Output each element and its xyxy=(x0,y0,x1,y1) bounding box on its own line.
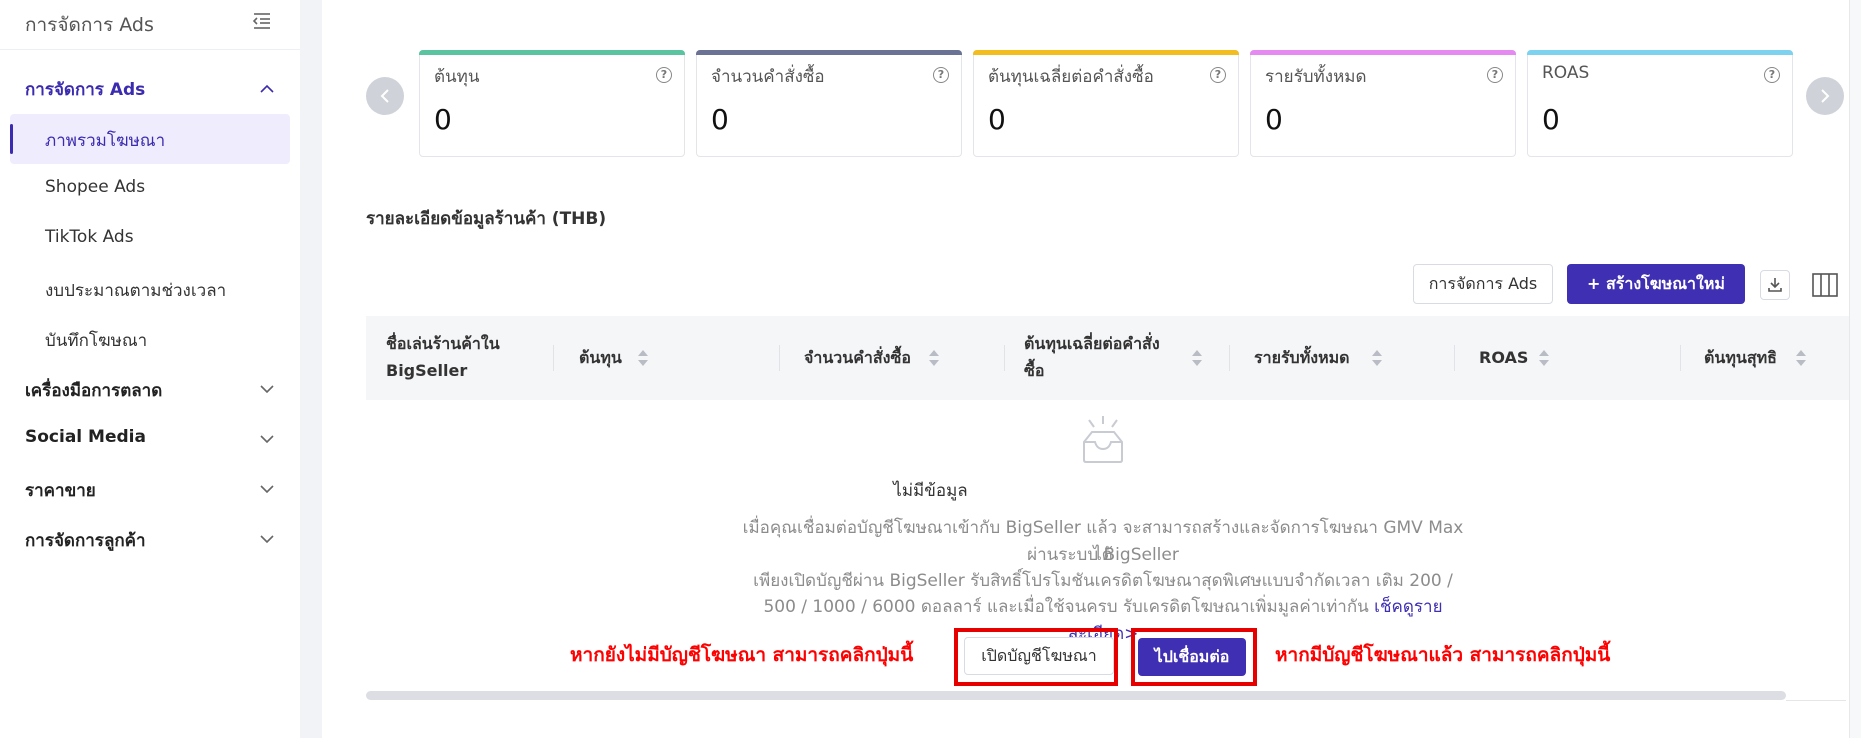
manage-ads-button[interactable]: การจัดการ Ads xyxy=(1413,264,1553,304)
metric-label: ต้นทุน xyxy=(434,67,480,87)
help-icon[interactable]: ? xyxy=(933,67,949,83)
metric-label: จำนวนคำสั่งซื้อ xyxy=(711,67,825,87)
header-line: รายรับทั้งหมด xyxy=(1254,348,1350,367)
header-line: ซื้อ xyxy=(1024,361,1045,380)
header-line: ชื่อเล่นร้านค้าใน xyxy=(386,334,500,353)
metric-card-roas: ROAS ? 0 xyxy=(1527,50,1793,157)
sidebar-group-label: Social Media xyxy=(25,427,146,447)
column-header-net-cost[interactable]: ต้นทุนสุทธิ xyxy=(1704,344,1777,371)
chevron-down-icon xyxy=(260,535,274,544)
metric-card-cost: ต้นทุน ? 0 xyxy=(419,50,685,157)
metric-value: 0 xyxy=(1265,103,1283,136)
card-stripe xyxy=(696,50,962,55)
empty-state-title: ไม่มีข้อมูล xyxy=(893,481,968,501)
sidebar-item-ad-log[interactable]: บันทึกโฆษณา xyxy=(45,327,147,354)
metric-value: 0 xyxy=(434,103,452,136)
metric-card-orders: จำนวนคำสั่งซื้อ ? 0 xyxy=(696,50,962,157)
chevron-down-icon xyxy=(260,435,274,444)
sort-icon[interactable] xyxy=(1371,348,1383,368)
chevron-up-icon xyxy=(260,84,274,93)
help-icon[interactable]: ? xyxy=(656,67,672,83)
table-bottom-border xyxy=(1786,700,1846,701)
column-header-cost-per-order[interactable]: ต้นทุนเฉลี่ยต่อคำสั่ง ซื้อ xyxy=(1024,330,1160,384)
sort-icon[interactable] xyxy=(1191,348,1203,368)
column-header-orders[interactable]: จำนวนคำสั่งซื้อ xyxy=(804,344,911,371)
download-icon xyxy=(1768,278,1782,292)
sidebar-item-tiktok-ads[interactable]: TikTok Ads xyxy=(45,227,134,247)
metric-value: 0 xyxy=(1542,103,1560,136)
column-divider xyxy=(1454,345,1455,371)
column-header-shop-nickname[interactable]: ชื่อเล่นร้านค้าใน BigSeller xyxy=(386,330,500,384)
annotation-left: หากยังไม่มีบัญชีโฆษณา สามารถคลิกปุ่มนี้ xyxy=(570,644,914,666)
metric-value: 0 xyxy=(711,103,729,136)
table-horizontal-scrollbar[interactable] xyxy=(366,691,1786,700)
sort-icon[interactable] xyxy=(928,348,940,368)
help-icon[interactable]: ? xyxy=(1210,67,1226,83)
section-title: รายละเอียดข้อมูลร้านค้า (THB) xyxy=(366,209,607,229)
header-line: จำนวนคำสั่งซื้อ xyxy=(804,348,911,367)
sort-icon[interactable] xyxy=(1538,348,1550,368)
empty-state-description: ผ่านระบบ BigSeller xyxy=(1027,545,1179,565)
sidebar-title: การจัดการ Ads xyxy=(25,14,154,36)
header-line: ต้นทุนเฉลี่ยต่อคำสั่ง xyxy=(1024,334,1160,353)
metric-card-cost-per-order: ต้นทุนเฉลี่ยต่อคำสั่งซื้อ ? 0 xyxy=(973,50,1239,157)
sort-icon[interactable] xyxy=(1795,348,1807,368)
card-stripe xyxy=(419,50,685,55)
chevron-left-icon xyxy=(380,89,389,103)
metric-label: ROAS xyxy=(1542,63,1590,83)
column-divider xyxy=(553,345,554,371)
layout-gutter xyxy=(300,0,322,738)
sidebar-item-overview[interactable]: ภาพรวมโฆษณา xyxy=(45,127,165,154)
column-divider xyxy=(779,345,780,371)
column-divider xyxy=(1229,345,1230,371)
metric-label: รายรับทั้งหมด xyxy=(1265,67,1367,87)
header-line: ต้นทุนสุทธิ xyxy=(1704,348,1777,367)
connect-account-button[interactable]: ไปเชื่อมต่อ xyxy=(1138,638,1246,676)
column-header-roas[interactable]: ROAS xyxy=(1479,344,1528,371)
sidebar-group-label: เครื่องมือการตลาด xyxy=(25,381,163,401)
active-indicator xyxy=(10,124,13,154)
chevron-right-icon xyxy=(1821,89,1830,103)
column-divider xyxy=(1680,345,1681,371)
header-line: BigSeller xyxy=(386,361,468,380)
page-scrollbar[interactable] xyxy=(1849,0,1861,738)
sidebar: การจัดการ Ads การจัดการ Ads ภาพรวมโฆษณา … xyxy=(0,0,300,738)
description-text: 500 / 1000 / 6000 ดอลลาร์ และเมื่อใช้จนค… xyxy=(763,597,1369,617)
create-ad-button[interactable]: + สร้างโฆษณาใหม่ xyxy=(1567,264,1745,304)
card-stripe xyxy=(1527,50,1793,55)
carousel-next-button[interactable] xyxy=(1806,77,1844,115)
sidebar-section-label: การจัดการ Ads xyxy=(25,80,146,100)
help-icon[interactable]: ? xyxy=(1764,67,1780,83)
carousel-prev-button[interactable] xyxy=(366,77,404,115)
card-stripe xyxy=(1250,50,1516,55)
column-divider xyxy=(1004,345,1005,371)
sidebar-header: การจัดการ Ads xyxy=(0,0,300,50)
sort-icon[interactable] xyxy=(637,348,649,368)
menu-collapse-icon[interactable] xyxy=(252,12,272,30)
metric-card-revenue: รายรับทั้งหมด ? 0 xyxy=(1250,50,1516,157)
column-header-revenue[interactable]: รายรับทั้งหมด xyxy=(1254,344,1350,371)
empty-inbox-icon xyxy=(1083,416,1123,463)
empty-state-description: เพียงเปิดบัญชีผ่าน BigSeller รับสิทธิ์โป… xyxy=(753,571,1453,591)
sidebar-item-shopee-ads[interactable]: Shopee Ads xyxy=(45,177,145,197)
header-line: ROAS xyxy=(1479,348,1529,367)
open-ad-account-button[interactable]: เปิดบัญชีโฆษณา xyxy=(964,637,1114,675)
help-icon[interactable]: ? xyxy=(1487,67,1503,83)
column-header-cost[interactable]: ต้นทุน xyxy=(579,344,622,371)
chevron-down-icon xyxy=(260,385,274,394)
sidebar-group-label: การจัดการลูกค้า xyxy=(25,531,146,551)
download-button[interactable] xyxy=(1760,270,1790,300)
sidebar-item-budget-schedule[interactable]: งบประมาณตามช่วงเวลา xyxy=(45,277,226,304)
metric-value: 0 xyxy=(988,103,1006,136)
metric-label: ต้นทุนเฉลี่ยต่อคำสั่งซื้อ xyxy=(988,67,1154,87)
annotation-right: หากมีบัญชีโฆษณาแล้ว สามารถคลิกปุ่มนี้ xyxy=(1275,644,1611,666)
card-stripe xyxy=(973,50,1239,55)
columns-icon[interactable] xyxy=(1810,270,1840,300)
header-line: ต้นทุน xyxy=(579,348,622,367)
